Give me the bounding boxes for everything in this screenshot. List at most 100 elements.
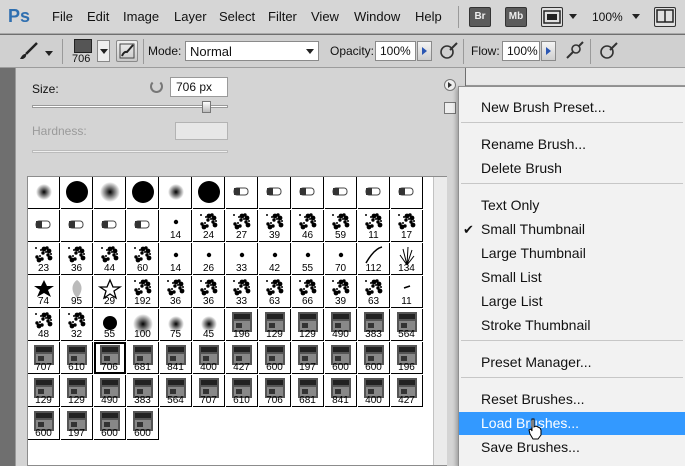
brush-preset-cell[interactable]: 600: [259, 342, 291, 374]
brush-preset-cell[interactable]: [61, 210, 93, 242]
brush-preset-cell[interactable]: 95: [61, 276, 93, 308]
brush-preset-cell[interactable]: 36: [61, 243, 93, 275]
brush-preset-cell[interactable]: 23: [28, 243, 60, 275]
menu-item-preset-manager[interactable]: Preset Manager...: [459, 351, 685, 374]
brush-preview-icon[interactable]: [74, 39, 92, 53]
brush-preset-cell[interactable]: 134: [391, 243, 423, 275]
brush-preset-cell[interactable]: 427: [391, 375, 423, 407]
brush-preset-cell[interactable]: 44: [94, 243, 126, 275]
menu-window[interactable]: Window: [354, 9, 400, 24]
brush-preset-cell[interactable]: 100: [127, 309, 159, 341]
brush-preset-cell[interactable]: 196: [226, 309, 258, 341]
brush-preset-cell[interactable]: 129: [61, 375, 93, 407]
brush-preset-cell[interactable]: 36: [193, 276, 225, 308]
brush-preset-cell[interactable]: 490: [94, 375, 126, 407]
brush-tool-icon[interactable]: [17, 40, 39, 62]
brush-preset-cell[interactable]: [292, 177, 324, 209]
brush-preset-cell[interactable]: 26: [193, 243, 225, 275]
menu-item-new-brush-preset[interactable]: New Brush Preset...: [459, 96, 685, 119]
brush-preset-cell[interactable]: 610: [226, 375, 258, 407]
brush-preset-cell[interactable]: 197: [61, 408, 93, 440]
brush-preset-cell[interactable]: 11: [391, 276, 423, 308]
brush-preset-cell[interactable]: [28, 177, 60, 209]
reset-size-icon[interactable]: [150, 80, 163, 93]
brush-preset-cell[interactable]: 66: [292, 276, 324, 308]
brush-preset-cell[interactable]: [28, 210, 60, 242]
brush-picker-dropdown[interactable]: [97, 40, 110, 62]
brush-preset-cell[interactable]: [325, 177, 357, 209]
brush-preset-cell[interactable]: 129: [292, 309, 324, 341]
brush-preset-cell[interactable]: 564: [391, 309, 423, 341]
brush-preset-cell[interactable]: 36: [160, 276, 192, 308]
menu-image[interactable]: Image: [123, 9, 159, 24]
menu-edit[interactable]: Edit: [87, 9, 109, 24]
new-preset-icon[interactable]: [444, 102, 456, 114]
chevron-down-icon[interactable]: [632, 14, 640, 19]
brush-preset-cell[interactable]: [127, 210, 159, 242]
size-slider-thumb[interactable]: [202, 101, 212, 113]
preset-scrollbar[interactable]: [433, 177, 447, 465]
brush-preset-cell[interactable]: 70: [325, 243, 357, 275]
brush-preset-cell[interactable]: 42: [259, 243, 291, 275]
brush-preset-cell[interactable]: 45: [193, 309, 225, 341]
brush-preset-cell[interactable]: 27: [226, 210, 258, 242]
brush-preset-cell[interactable]: [259, 177, 291, 209]
tablet-pressure-size-icon[interactable]: [598, 40, 620, 62]
menu-help[interactable]: Help: [415, 9, 442, 24]
arrange-documents-icon[interactable]: [654, 7, 676, 27]
brush-preset-cell[interactable]: 39: [259, 210, 291, 242]
brush-preset-cell[interactable]: 564: [160, 375, 192, 407]
menu-item-replace-brushes[interactable]: Replace Brushes...: [459, 460, 685, 466]
brush-preset-cell[interactable]: [193, 177, 225, 209]
bridge-button[interactable]: Br: [469, 7, 491, 27]
brush-preset-cell[interactable]: 14: [160, 243, 192, 275]
film-strip-icon[interactable]: [541, 7, 563, 27]
brush-preset-cell[interactable]: 400: [193, 342, 225, 374]
brush-preset-cell[interactable]: 129: [259, 309, 291, 341]
menu-file[interactable]: File: [52, 9, 73, 24]
menu-item-rename-brush[interactable]: Rename Brush...: [459, 133, 685, 156]
brush-preset-cell[interactable]: 32: [61, 309, 93, 341]
brush-size-readout[interactable]: 706: [72, 53, 90, 65]
flow-input[interactable]: 100%: [502, 41, 540, 61]
flow-slider-button[interactable]: [541, 41, 556, 61]
brush-preset-cell[interactable]: 427: [226, 342, 258, 374]
chevron-down-icon[interactable]: [45, 51, 53, 56]
brush-preset-cell[interactable]: 17: [391, 210, 423, 242]
menu-item-save-brushes[interactable]: Save Brushes...: [459, 436, 685, 459]
menu-item-large-list[interactable]: Large List: [459, 290, 685, 313]
zoom-level[interactable]: 100%: [592, 10, 623, 24]
brush-preset-cell[interactable]: 74: [28, 276, 60, 308]
brush-preset-cell[interactable]: 112: [358, 243, 390, 275]
menu-view[interactable]: View: [311, 9, 339, 24]
brush-preset-cell[interactable]: 600: [358, 342, 390, 374]
brush-preset-cell[interactable]: 706: [259, 375, 291, 407]
menu-filter[interactable]: Filter: [268, 9, 297, 24]
menu-item-small-thumbnail[interactable]: ✔ Small Thumbnail: [459, 218, 685, 241]
brush-preset-cell[interactable]: 33: [226, 276, 258, 308]
brush-preset-cell[interactable]: 192: [127, 276, 159, 308]
brush-preset-cell[interactable]: 129: [28, 375, 60, 407]
menu-layer[interactable]: Layer: [174, 9, 207, 24]
brush-preset-cell[interactable]: 59: [325, 210, 357, 242]
airbrush-icon[interactable]: [563, 40, 585, 62]
brush-preset-cell[interactable]: [226, 177, 258, 209]
brush-preset-cell[interactable]: 600: [28, 408, 60, 440]
brush-preset-cell[interactable]: 707: [28, 342, 60, 374]
menu-select[interactable]: Select: [219, 9, 255, 24]
brush-preset-cell[interactable]: 600: [94, 408, 126, 440]
opacity-input[interactable]: 100%: [375, 41, 416, 61]
brush-preset-cell[interactable]: 706: [94, 342, 126, 374]
brush-preset-cell[interactable]: 681: [292, 375, 324, 407]
brush-preset-cell[interactable]: 600: [325, 342, 357, 374]
brush-preset-cell[interactable]: 63: [259, 276, 291, 308]
panel-menu-button[interactable]: [444, 79, 456, 91]
brush-preset-cell[interactable]: 681: [127, 342, 159, 374]
menu-item-small-list[interactable]: Small List: [459, 266, 685, 289]
brush-preset-cell[interactable]: 600: [127, 408, 159, 440]
brush-preset-cell[interactable]: [160, 177, 192, 209]
size-input[interactable]: 706 px: [170, 77, 228, 97]
brush-preset-cell[interactable]: 63: [358, 276, 390, 308]
mode-select[interactable]: Normal: [185, 41, 319, 61]
brush-preset-cell[interactable]: 841: [160, 342, 192, 374]
